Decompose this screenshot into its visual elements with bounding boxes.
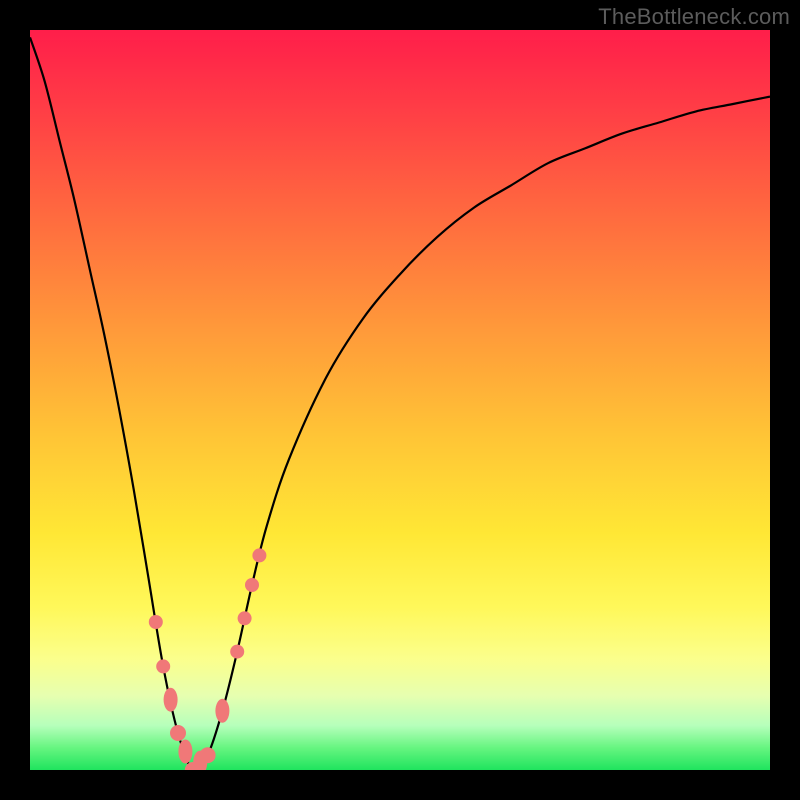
bead — [170, 725, 186, 741]
bead — [149, 615, 163, 629]
watermark-text: TheBottleneck.com — [598, 4, 790, 30]
highlight-beads — [149, 548, 267, 770]
chart-frame: TheBottleneck.com — [0, 0, 800, 800]
bead — [164, 688, 178, 712]
bead — [215, 699, 229, 723]
bead — [238, 611, 252, 625]
bead — [178, 740, 192, 764]
curve-path — [30, 37, 770, 770]
bead — [230, 645, 244, 659]
bead — [156, 659, 170, 673]
bead — [200, 747, 216, 763]
bead — [252, 548, 266, 562]
bead — [245, 578, 259, 592]
bottleneck-curve-svg — [30, 30, 770, 770]
plot-area — [30, 30, 770, 770]
